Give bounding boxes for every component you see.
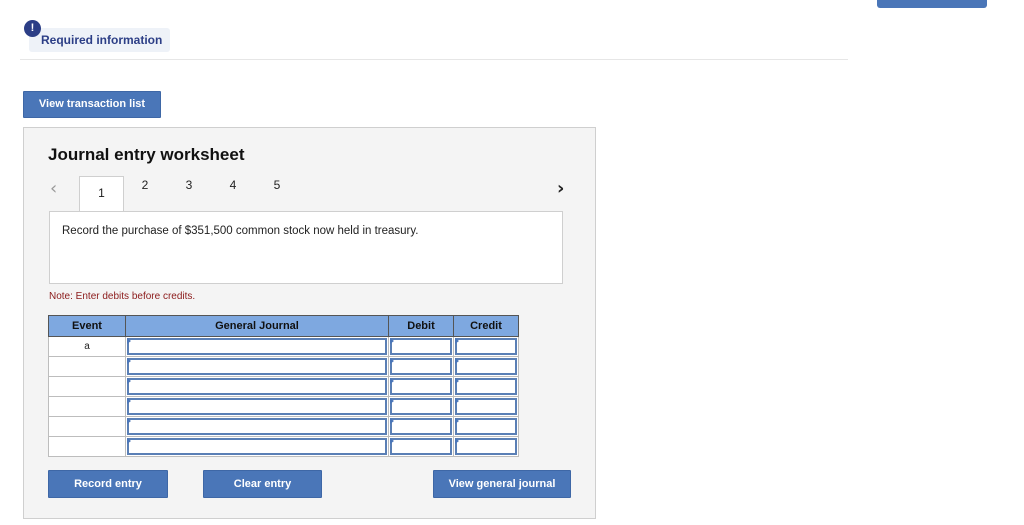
credit-cell[interactable] xyxy=(453,356,519,377)
credit-cell[interactable] xyxy=(453,376,519,397)
dropdown-arrow-icon xyxy=(127,358,131,364)
debit-cell[interactable] xyxy=(388,396,454,417)
column-header-general-journal: General Journal xyxy=(125,315,389,337)
debit-cell[interactable] xyxy=(388,436,454,457)
dropdown-arrow-icon xyxy=(127,418,131,424)
general-journal-cell[interactable] xyxy=(125,356,389,377)
dropdown-arrow-icon xyxy=(127,438,131,444)
general-journal-cell[interactable] xyxy=(125,416,389,437)
record-entry-button[interactable]: Record entry xyxy=(48,470,168,498)
journal-table: Event General Journal Debit Credit a xyxy=(48,315,519,457)
dropdown-arrow-icon xyxy=(390,398,394,404)
credit-cell[interactable] xyxy=(453,396,519,417)
tab-4[interactable]: 4 xyxy=(223,178,243,192)
clear-entry-button[interactable]: Clear entry xyxy=(203,470,322,498)
tab-1[interactable]: 1 xyxy=(79,176,124,212)
view-general-journal-button[interactable]: View general journal xyxy=(433,470,571,498)
dropdown-arrow-icon xyxy=(390,438,394,444)
credit-cell[interactable] xyxy=(453,336,519,357)
dropdown-arrow-icon xyxy=(455,438,459,444)
dropdown-arrow-icon xyxy=(455,378,459,384)
event-cell xyxy=(48,396,126,417)
view-transaction-list-button[interactable]: View transaction list xyxy=(23,91,161,118)
dropdown-arrow-icon xyxy=(390,378,394,384)
chevron-right-icon[interactable]: › xyxy=(557,178,564,199)
table-row xyxy=(48,416,519,437)
credit-cell[interactable] xyxy=(453,436,519,457)
note-text: Note: Enter debits before credits. xyxy=(49,291,196,302)
dropdown-arrow-icon xyxy=(127,378,131,384)
tab-5[interactable]: 5 xyxy=(267,178,287,192)
tab-2[interactable]: 2 xyxy=(135,178,155,192)
dropdown-arrow-icon xyxy=(390,358,394,364)
credit-cell[interactable] xyxy=(453,416,519,437)
debit-cell[interactable] xyxy=(388,416,454,437)
tab-3[interactable]: 3 xyxy=(179,178,199,192)
required-info-label: Required information xyxy=(41,33,163,47)
column-header-debit: Debit xyxy=(388,315,454,337)
event-cell xyxy=(48,356,126,377)
table-row xyxy=(48,396,519,417)
event-cell xyxy=(48,376,126,397)
dropdown-arrow-icon xyxy=(455,418,459,424)
alert-icon: ! xyxy=(24,20,41,37)
chevron-left-icon[interactable]: ‹ xyxy=(50,178,57,199)
dropdown-arrow-icon xyxy=(455,358,459,364)
column-header-credit: Credit xyxy=(453,315,519,337)
debit-cell[interactable] xyxy=(388,376,454,397)
description-text: Record the purchase of $351,500 common s… xyxy=(62,225,419,237)
dropdown-arrow-icon xyxy=(127,338,131,344)
event-cell xyxy=(48,436,126,457)
divider xyxy=(20,59,848,60)
table-row: a xyxy=(48,336,519,357)
general-journal-cell[interactable] xyxy=(125,436,389,457)
required-info-badge: Required information xyxy=(29,28,170,52)
dropdown-arrow-icon xyxy=(390,338,394,344)
top-right-button[interactable] xyxy=(877,0,987,8)
general-journal-cell[interactable] xyxy=(125,376,389,397)
worksheet-title: Journal entry worksheet xyxy=(48,145,245,164)
event-cell xyxy=(48,416,126,437)
column-header-event: Event xyxy=(48,315,126,337)
dropdown-arrow-icon xyxy=(390,418,394,424)
event-cell: a xyxy=(48,336,126,357)
general-journal-cell[interactable] xyxy=(125,336,389,357)
table-row xyxy=(48,356,519,377)
table-row xyxy=(48,376,519,397)
dropdown-arrow-icon xyxy=(455,398,459,404)
transaction-description: Record the purchase of $351,500 common s… xyxy=(49,211,563,284)
general-journal-cell[interactable] xyxy=(125,396,389,417)
debit-cell[interactable] xyxy=(388,356,454,377)
debit-cell[interactable] xyxy=(388,336,454,357)
table-row xyxy=(48,436,519,457)
dropdown-arrow-icon xyxy=(455,338,459,344)
dropdown-arrow-icon xyxy=(127,398,131,404)
journal-entry-worksheet-panel: Journal entry worksheet ‹ 1 2 3 4 5 › Re… xyxy=(23,127,596,519)
